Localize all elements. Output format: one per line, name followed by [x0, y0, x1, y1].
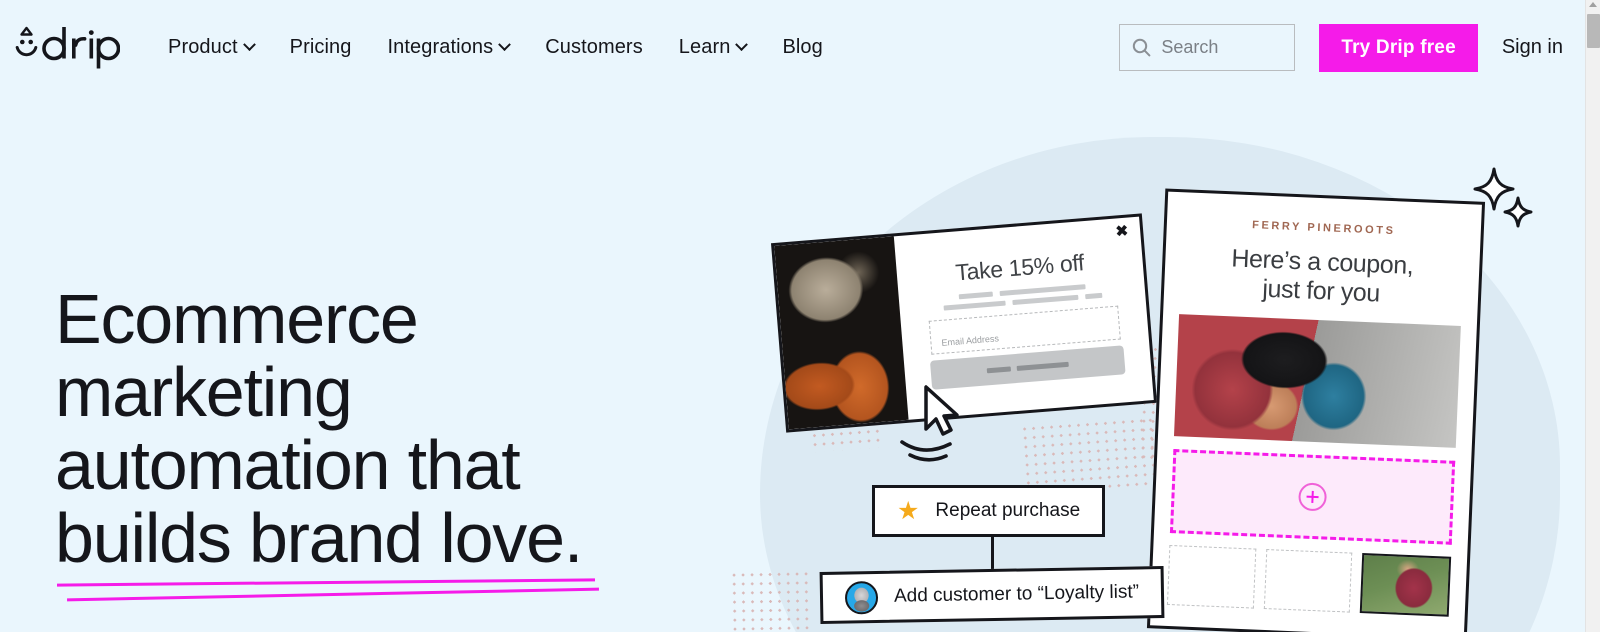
- chevron-down-icon: [498, 38, 512, 52]
- nav-item-blog-label: Blog: [782, 36, 823, 58]
- header-actions: Try Drip free Sign in: [1119, 23, 1563, 72]
- close-icon[interactable]: ✖: [1115, 223, 1129, 241]
- product-photo-tile[interactable]: [1360, 553, 1452, 617]
- vertical-scrollbar[interactable]: [1585, 0, 1600, 632]
- coupon-hero-photo: [1173, 314, 1461, 448]
- plus-circle-icon[interactable]: [1297, 482, 1328, 512]
- coupon-email-card[interactable]: FERRY PINEROOTS Here’s a coupon, just fo…: [1146, 188, 1486, 632]
- nav-item-customers-label: Customers: [545, 36, 643, 58]
- nav-item-blog[interactable]: Blog: [764, 28, 840, 67]
- headline-underline-stroke: [67, 587, 599, 602]
- popup-email-placeholder: Email Address: [941, 333, 1000, 348]
- drip-logo[interactable]: [12, 26, 120, 70]
- star-icon: ★: [897, 496, 920, 525]
- nav-item-pricing-label: Pricing: [289, 36, 352, 58]
- nav-item-product[interactable]: Product: [150, 28, 272, 67]
- coupon-headline-line2: just for you: [1261, 274, 1381, 308]
- dot-texture-patch: [729, 569, 811, 631]
- signup-popup-card[interactable]: ✖ Take 15% off Email Address: [770, 213, 1158, 433]
- search-input[interactable]: [1161, 37, 1282, 58]
- site-header: Product Pricing Integrations Customers L…: [0, 0, 1585, 95]
- coupon-brand-name: FERRY PINEROOTS: [1251, 219, 1396, 238]
- hero-copy: Ecommerce marketing automation that buil…: [55, 283, 695, 603]
- mouse-cursor-icon: [924, 385, 959, 436]
- coupon-headline: Here’s a coupon, just for you: [1180, 242, 1464, 312]
- try-drip-free-button[interactable]: Try Drip free: [1319, 23, 1478, 72]
- chevron-down-icon: [242, 38, 256, 52]
- page-root: FERRY PINEROOTS Here’s a coupon, just fo…: [0, 0, 1585, 632]
- email-content-dropzone[interactable]: [1169, 449, 1456, 545]
- headline-underline: [56, 577, 617, 603]
- search-box[interactable]: [1119, 24, 1296, 71]
- scrollbar-thumb[interactable]: [1587, 14, 1600, 48]
- coupon-headline-line1: Here’s a coupon,: [1230, 244, 1414, 280]
- sign-in-link[interactable]: Sign in: [1502, 36, 1563, 59]
- nav-item-product-label: Product: [168, 36, 238, 58]
- search-icon: [1133, 38, 1151, 57]
- headline-line-3: automation that: [55, 426, 521, 504]
- hero-illustration: FERRY PINEROOTS Here’s a coupon, just fo…: [700, 95, 1585, 632]
- popup-photo: [774, 236, 909, 430]
- sparkle-star-icon: [1473, 167, 1533, 228]
- drip-smiley-droplet-icon: [15, 26, 120, 68]
- headline-line-1: Ecommerce: [55, 280, 419, 358]
- popup-text-skeleton: [933, 282, 1112, 311]
- headline-underline-stroke: [56, 578, 596, 587]
- coupon-product-row: [1166, 544, 1452, 617]
- workflow-node-add-to-loyalty-list[interactable]: Add customer to “Loyalty list”: [819, 566, 1165, 624]
- main-nav: Product Pricing Integrations Customers L…: [150, 28, 841, 67]
- headline-line-2: marketing: [55, 353, 353, 431]
- nav-item-integrations[interactable]: Integrations: [369, 28, 527, 67]
- product-placeholder-tile[interactable]: [1166, 544, 1257, 609]
- workflow-node-repeat-purchase[interactable]: ★ Repeat purchase: [872, 485, 1106, 537]
- nav-item-learn-label: Learn: [678, 36, 731, 58]
- product-placeholder-tile[interactable]: [1263, 549, 1353, 613]
- nav-item-integrations-label: Integrations: [387, 36, 494, 58]
- workflow-node-loyalty-label: Add customer to “Loyalty list”: [893, 581, 1140, 607]
- chevron-down-icon: [735, 38, 749, 52]
- nav-item-pricing[interactable]: Pricing: [272, 28, 370, 67]
- nav-item-learn[interactable]: Learn: [661, 28, 765, 67]
- workflow-node-repeat-label: Repeat purchase: [935, 500, 1081, 521]
- headline-line-4: builds brand love.: [55, 499, 583, 577]
- page-title: Ecommerce marketing automation that buil…: [55, 283, 695, 575]
- nav-item-customers[interactable]: Customers: [527, 28, 661, 67]
- motion-swoosh-icon: [900, 440, 952, 462]
- avatar: [844, 580, 879, 615]
- scroll-up-arrow-icon[interactable]: [1589, 2, 1597, 7]
